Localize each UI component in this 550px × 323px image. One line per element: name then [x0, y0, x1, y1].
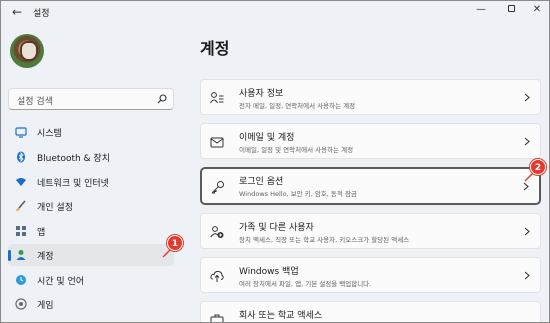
- sidebar-item-apps[interactable]: 앱: [8, 220, 174, 242]
- card-sign-in-options[interactable]: 로그인 옵션 Windows Hello, 보안 키, 암호, 동적 잠금: [200, 167, 541, 205]
- title-bar: ← 설정 — ✕: [1, 1, 549, 23]
- active-indicator: [8, 250, 11, 261]
- card-title: 로그인 옵션: [239, 177, 284, 187]
- search-input[interactable]: 설정 검색: [8, 88, 174, 110]
- sidebar-item-bluetooth[interactable]: Bluetooth & 장치: [8, 146, 174, 168]
- card-title: 이메일 및 계정: [239, 133, 295, 143]
- card-family-users[interactable]: 가족 및 다른 사용자 장치 액세스, 직장 또는 학교 사용자, 키오스크가 …: [200, 213, 541, 249]
- sidebar-item-label: Bluetooth & 장치: [37, 154, 110, 164]
- card-windows-backup[interactable]: Windows 백업 여러 장치에서 파일, 앱, 기본 설정을 백업합니다.: [200, 257, 541, 293]
- key-icon: [212, 181, 224, 194]
- family-icon: [210, 226, 224, 238]
- sidebar-item-personalization[interactable]: 개인 설정: [8, 195, 174, 217]
- card-title: 가족 및 다른 사용자: [239, 223, 314, 233]
- briefcase-icon: [210, 314, 224, 322]
- sidebar-item-system[interactable]: 시스템: [8, 121, 174, 143]
- bluetooth-icon: [17, 151, 25, 163]
- brush-icon: [16, 200, 26, 211]
- maximize-button[interactable]: [497, 1, 525, 19]
- sidebar-item-gaming[interactable]: 게임: [8, 293, 174, 315]
- sidebar-item-label: 앱: [37, 228, 46, 238]
- sidebar-item-time-language[interactable]: 시간 및 언어: [8, 269, 174, 291]
- gamepad-icon: [15, 298, 27, 310]
- account-icon: [16, 250, 26, 260]
- backup-icon: [210, 270, 224, 282]
- person-info-icon: [210, 92, 224, 104]
- maximize-icon: [507, 5, 515, 12]
- card-description: Windows Hello, 보안 키, 암호, 동적 잠금: [239, 190, 357, 198]
- chevron-right-icon: [524, 227, 530, 236]
- card-description: 장치 액세스, 직장 또는 학교 사용자, 키오스크가 할당된 액세스: [239, 236, 410, 244]
- annotation-badge-2: 2: [530, 159, 546, 175]
- wifi-icon: [16, 178, 26, 186]
- card-work-school-access[interactable]: 회사 또는 학교 액세스: [200, 301, 541, 322]
- page-title: 계정: [200, 39, 230, 58]
- sidebar-item-label: 게임: [37, 301, 54, 311]
- card-title: Windows 백업: [239, 267, 299, 277]
- search-placeholder: 설정 검색: [17, 97, 53, 107]
- settings-window: ← 설정 — ✕ 설정 검색 시스템 Bluetooth & 장치 네트워크 및…: [0, 0, 550, 323]
- globe-clock-icon: [16, 275, 26, 285]
- card-user-info[interactable]: 사용자 정보 전자 메일, 일정, 연락처에서 사용하는 계정: [200, 79, 541, 115]
- monitor-icon: [15, 127, 27, 138]
- sidebar-item-label: 시간 및 언어: [37, 277, 85, 287]
- app-title: 설정: [33, 9, 50, 19]
- card-description: 전자 메일, 일정, 연락처에서 사용하는 계정: [239, 102, 356, 110]
- search-icon[interactable]: [157, 94, 167, 104]
- card-title: 사용자 정보: [239, 89, 284, 99]
- card-title: 회사 또는 학교 액세스: [239, 311, 323, 321]
- mail-icon: [210, 137, 224, 148]
- annotation-badge-1: 1: [167, 235, 183, 251]
- back-button[interactable]: ←: [9, 4, 25, 20]
- close-button[interactable]: ✕: [523, 1, 549, 19]
- chevron-right-icon: [524, 93, 530, 102]
- sidebar-item-label: 개인 설정: [37, 203, 73, 213]
- sidebar-item-label: 계정: [37, 252, 54, 262]
- chevron-right-icon: [524, 271, 530, 280]
- chevron-right-icon: [524, 137, 530, 146]
- apps-icon: [16, 226, 26, 236]
- chevron-right-icon: [523, 182, 529, 191]
- card-description: 이메일, 일정 및 연락처에서 사용하는 계정: [239, 146, 354, 154]
- sidebar-item-network[interactable]: 네트워크 및 인터넷: [8, 171, 174, 193]
- minimize-button[interactable]: —: [467, 1, 495, 19]
- sidebar-item-label: 네트워크 및 인터넷: [37, 179, 109, 189]
- sidebar-item-label: 시스템: [37, 129, 62, 139]
- card-description: 여러 장치에서 파일, 앱, 기본 설정을 백업합니다.: [239, 280, 372, 288]
- avatar[interactable]: [10, 34, 44, 68]
- sidebar-item-accounts[interactable]: 계정: [8, 244, 174, 266]
- card-email-accounts[interactable]: 이메일 및 계정 이메일, 일정 및 연락처에서 사용하는 계정: [200, 123, 541, 159]
